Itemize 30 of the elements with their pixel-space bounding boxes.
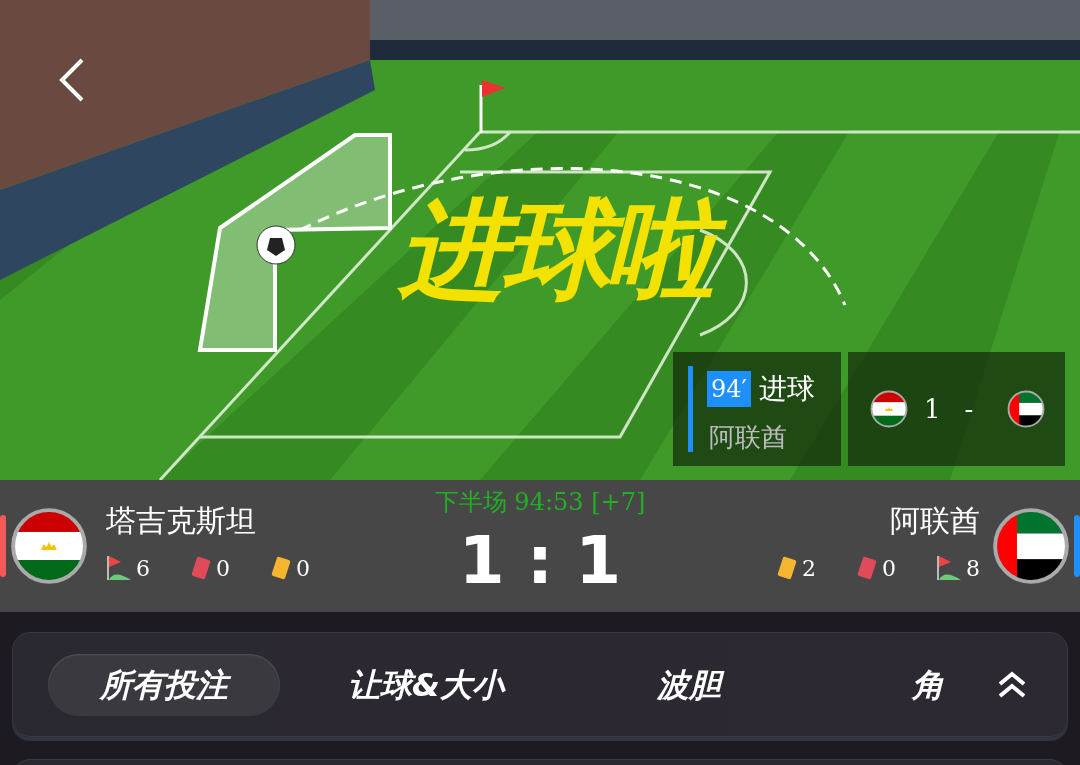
home-flag-small-icon [870,390,908,428]
match-period-time: 下半场 94:53 [+7] [434,487,646,518]
home-team-name: 塔吉克斯坦 [106,505,257,536]
stat-count: 0 [296,554,310,583]
corner-flag-icon [106,555,132,581]
away-flag-icon [992,507,1070,585]
collapse-chevrons-icon[interactable] [997,670,1027,699]
mini-score: 1 [924,392,941,426]
bet-tab[interactable]: 角 [912,654,944,716]
stat-count: 8 [966,554,980,583]
bet-tab[interactable]: 所有投注 [48,654,280,716]
score-separator: : [526,528,554,594]
stat-count: 0 [882,554,896,583]
away-team-name: 阿联酋 [890,505,980,536]
back-chevron-icon[interactable] [58,57,86,103]
event-title: 进球 [759,371,815,407]
stat-count: 0 [216,554,230,583]
event-team: 阿联酋 [709,421,787,454]
home-flag-icon [10,507,88,585]
home-score: 1 [458,528,505,594]
bet-tab[interactable]: 波胆 [605,654,773,716]
corner-flag-icon [936,555,962,581]
event-minute: 94′ [707,371,751,407]
stat-count: 2 [802,554,816,583]
mini-score-separator: - [964,392,974,426]
goal-headline: 进球啦 [395,180,723,321]
bet-tab[interactable]: 让球&大小 [296,654,556,716]
stat-count: 6 [136,554,150,583]
away-score: 1 [575,528,622,594]
away-flag-small-icon [1007,390,1046,428]
